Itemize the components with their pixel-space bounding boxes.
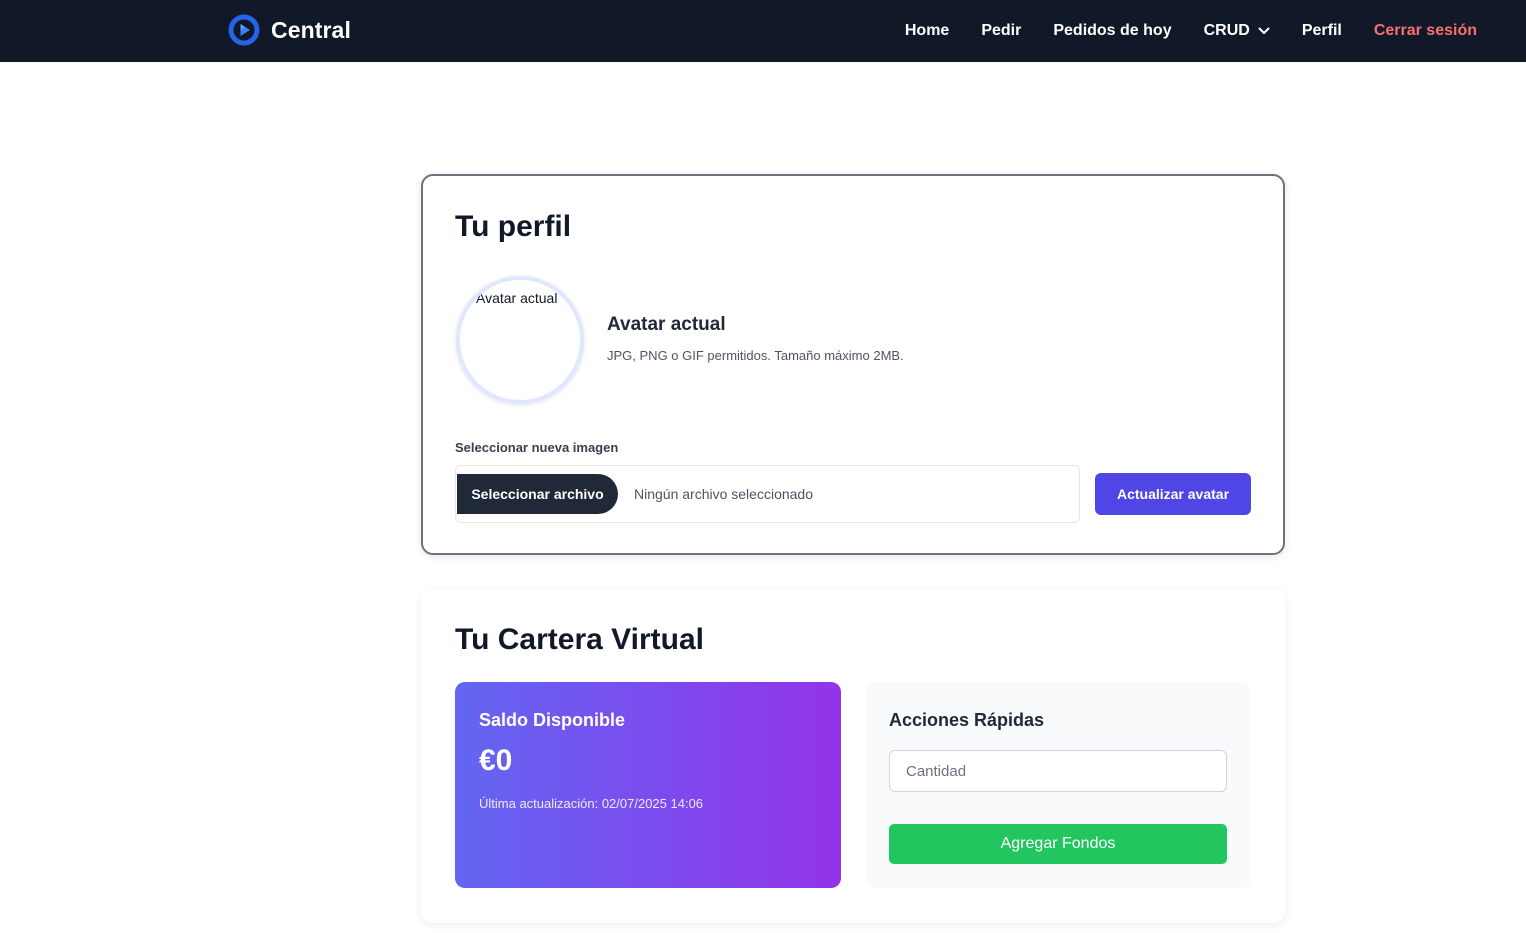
- brand[interactable]: Central: [228, 14, 351, 46]
- brand-name: Central: [271, 16, 351, 43]
- top-navbar: Central Home Pedir Pedidos de hoy CRUD P…: [0, 0, 1526, 62]
- select-image-label: Seleccionar nueva imagen: [455, 440, 619, 455]
- file-status-text: Ningún archivo seleccionado: [634, 486, 813, 502]
- brand-logo-icon: [228, 14, 260, 46]
- nav-link-pedir[interactable]: Pedir: [981, 22, 1021, 40]
- avatar-help-text: JPG, PNG o GIF permitidos. Tamaño máximo…: [607, 348, 904, 363]
- avatar-image: Avatar actual: [456, 276, 584, 404]
- profile-card: Tu perfil Avatar actual Avatar actual JP…: [421, 174, 1285, 555]
- avatar-heading: Avatar actual: [607, 314, 726, 335]
- nav-link-home[interactable]: Home: [905, 22, 949, 40]
- amount-input[interactable]: [889, 750, 1227, 792]
- avatar-alt-text: Avatar actual: [476, 290, 558, 306]
- balance-label: Saldo Disponible: [479, 710, 626, 730]
- quick-actions-panel: Acciones Rápidas Agregar Fondos: [865, 682, 1251, 888]
- profile-title: Tu perfil: [455, 210, 572, 243]
- choose-file-button[interactable]: Seleccionar archivo: [457, 474, 618, 514]
- last-update-text: Última actualización: 02/07/2025 14:06: [479, 796, 704, 811]
- wallet-card: Tu Cartera Virtual Saldo Disponible €0 Ú…: [421, 589, 1285, 923]
- nav-dropdown-crud-label: CRUD: [1203, 22, 1250, 39]
- add-funds-button[interactable]: Agregar Fondos: [889, 824, 1227, 864]
- balance-amount: €0: [479, 744, 513, 777]
- wallet-title: Tu Cartera Virtual: [455, 623, 704, 656]
- nav-link-pedidos-de-hoy[interactable]: Pedidos de hoy: [1053, 22, 1171, 40]
- quick-actions-title: Acciones Rápidas: [889, 710, 1045, 730]
- nav-dropdown-crud[interactable]: CRUD: [1204, 22, 1270, 40]
- nav-links: Home Pedir Pedidos de hoy CRUD Perfil Ce…: [905, 0, 1477, 62]
- file-input[interactable]: Seleccionar archivo Ningún archivo selec…: [455, 465, 1080, 523]
- nav-link-perfil[interactable]: Perfil: [1302, 22, 1342, 40]
- update-avatar-button[interactable]: Actualizar avatar: [1095, 473, 1251, 515]
- balance-panel: Saldo Disponible €0 Última actualización…: [455, 682, 841, 888]
- nav-link-logout[interactable]: Cerrar sesión: [1374, 22, 1477, 40]
- chevron-down-icon: [1258, 27, 1270, 34]
